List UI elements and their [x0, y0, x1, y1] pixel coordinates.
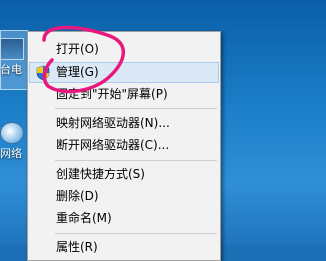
- menu-item-label: 重命名(M): [56, 211, 112, 225]
- menu-item-map-network-drive[interactable]: 映射网络驱动器(N)...: [29, 113, 219, 134]
- menu-separator: [55, 160, 217, 161]
- desktop-icon-network[interactable]: 网络: [0, 122, 26, 166]
- menu-item-label: 固定到"开始"屏幕(P): [56, 87, 168, 101]
- desktop-icon-computer[interactable]: 台电: [0, 38, 26, 82]
- desktop-icon-label: 网络: [0, 147, 22, 160]
- menu-item-properties[interactable]: 属性(R): [29, 237, 219, 258]
- menu-item-label: 管理(G): [56, 65, 99, 79]
- menu-item-label: 属性(R): [56, 240, 98, 254]
- menu-item-open[interactable]: 打开(O): [29, 39, 219, 60]
- menu-item-label: 断开网络驱动器(C)...: [56, 138, 170, 152]
- menu-separator: [55, 233, 217, 234]
- menu-item-create-shortcut[interactable]: 创建快捷方式(S): [29, 164, 219, 185]
- menu-item-disconnect-network-drive[interactable]: 断开网络驱动器(C)...: [29, 135, 219, 156]
- menu-item-label: 创建快捷方式(S): [56, 167, 145, 181]
- desktop-icon-label: 台电: [0, 63, 22, 76]
- menu-item-label: 删除(D): [56, 189, 99, 203]
- menu-item-manage[interactable]: 管理(G): [29, 62, 219, 83]
- computer-icon: [0, 38, 24, 60]
- menu-item-rename[interactable]: 重命名(M): [29, 208, 219, 229]
- context-menu: 打开(O) 管理(G) 固定到"开始"屏幕(P) 映射网络驱动器(N)... 断…: [27, 31, 221, 261]
- network-icon: [0, 122, 24, 144]
- uac-shield-icon: [36, 65, 50, 81]
- menu-item-pin-to-start[interactable]: 固定到"开始"屏幕(P): [29, 84, 219, 105]
- menu-item-label: 映射网络驱动器(N)...: [56, 116, 170, 130]
- menu-separator: [55, 108, 217, 109]
- menu-item-label: 打开(O): [56, 42, 99, 56]
- menu-item-delete[interactable]: 删除(D): [29, 186, 219, 207]
